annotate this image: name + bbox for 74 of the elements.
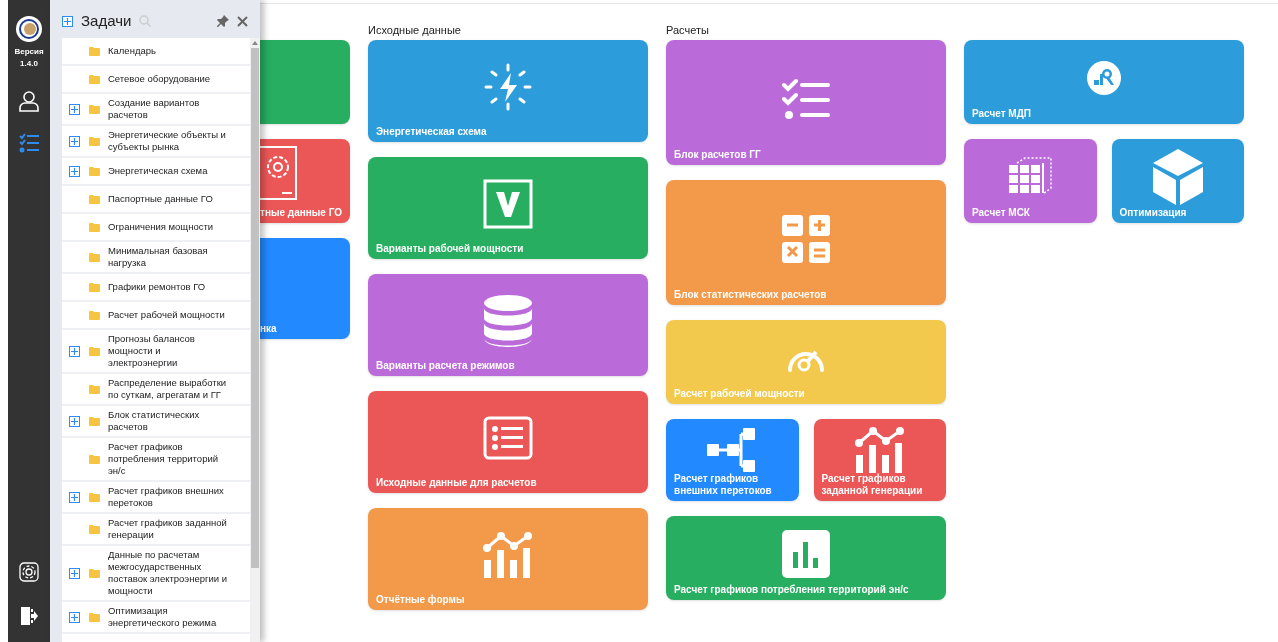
task-label: Расчет графиков потребления территорий эн/с <box>108 441 220 477</box>
building-icon <box>1007 157 1054 197</box>
chart-icon <box>482 532 534 578</box>
task-label: Создание вариантов расчетов <box>108 97 201 121</box>
task-label: Календарь <box>108 45 157 57</box>
task-label: Энергетические объекты и субъекты рынка <box>108 129 227 153</box>
expand-icon[interactable] <box>69 491 80 503</box>
folder-icon <box>89 384 100 394</box>
task-label: Блок статистических расчетов <box>108 409 201 433</box>
task-label: Распределение выработки по суткам, агрегатам и ГГ <box>108 377 228 401</box>
task-label: Сетевое оборудование <box>108 73 211 85</box>
expand-icon[interactable] <box>69 415 80 427</box>
folder-icon <box>89 612 100 622</box>
expand-icon[interactable] <box>69 103 80 115</box>
pin-icon[interactable] <box>217 15 229 27</box>
expand-icon[interactable] <box>69 567 80 579</box>
folder-icon <box>89 416 100 426</box>
close-icon[interactable] <box>237 15 248 27</box>
magnifier-badge-icon <box>1087 61 1121 95</box>
v-square-icon <box>483 179 533 229</box>
version-label: Версия <box>14 46 44 58</box>
folder-icon <box>89 346 100 356</box>
folder-icon <box>89 194 100 204</box>
logo-icon <box>16 16 42 42</box>
task-label: Прогнозы балансов мощности и электроэнергии <box>108 333 196 369</box>
task-label: Ограничения мощности <box>108 221 215 233</box>
scrollbar[interactable] <box>250 38 260 642</box>
folder-icon <box>89 222 100 232</box>
panel-title: Задачи <box>81 10 132 31</box>
task-label: Минимальная базовая нагрузка <box>108 245 209 269</box>
task-label: Энергетическая схема <box>108 165 209 177</box>
task-label: Оптимизация энергетического режима <box>108 605 218 629</box>
version-number: 1.4.0 <box>20 58 38 70</box>
section-heading: Расчеты <box>666 24 709 36</box>
section-heading: Исходные данные <box>368 24 461 36</box>
user-icon[interactable] <box>18 90 40 112</box>
scroll-up-icon[interactable] <box>252 40 258 46</box>
folder-icon <box>89 568 100 578</box>
folder-icon <box>89 282 100 292</box>
bolt-icon <box>484 63 532 111</box>
expand-icon[interactable] <box>69 345 80 357</box>
expand-icon[interactable] <box>69 135 80 147</box>
bar-card-icon <box>782 530 830 578</box>
tree-icon <box>707 428 758 472</box>
folder-icon <box>89 46 100 56</box>
folder-icon <box>89 74 100 84</box>
expand-icon[interactable] <box>69 611 80 623</box>
calculator-icon <box>782 214 830 263</box>
folder-icon <box>89 310 100 320</box>
folder-icon <box>89 136 100 146</box>
chart-icon <box>853 427 906 473</box>
task-label: Данные по расчетам межгосударственных поставок электроэнергии и мощности <box>108 549 229 597</box>
database-icon <box>483 294 533 348</box>
task-label: Расчет графиков внешних перетоков <box>108 485 225 509</box>
folder-icon <box>89 454 100 464</box>
gear-book-icon <box>260 145 298 201</box>
list-window-icon <box>483 416 533 460</box>
folder-icon <box>89 166 100 176</box>
checklist-icon[interactable] <box>18 132 40 154</box>
task-label: Графики ремонтов ГО <box>108 281 207 293</box>
folder-icon <box>89 524 100 534</box>
expand-icon[interactable] <box>69 165 80 177</box>
folder-icon <box>89 104 100 114</box>
task-label: Расчет графиков заданной генерации <box>108 517 228 541</box>
task-label: Паспортные данные ГО <box>108 193 214 205</box>
expand-all-icon[interactable] <box>62 15 73 27</box>
folder-icon <box>89 492 100 502</box>
folder-icon <box>89 252 100 262</box>
settings-icon[interactable] <box>19 562 39 582</box>
checklist-icon <box>782 77 830 120</box>
tile[interactable] <box>260 40 350 124</box>
cube-icon <box>1152 149 1203 205</box>
task-label: Расчет рабочей мощности <box>108 309 226 321</box>
exit-icon[interactable] <box>20 606 38 626</box>
